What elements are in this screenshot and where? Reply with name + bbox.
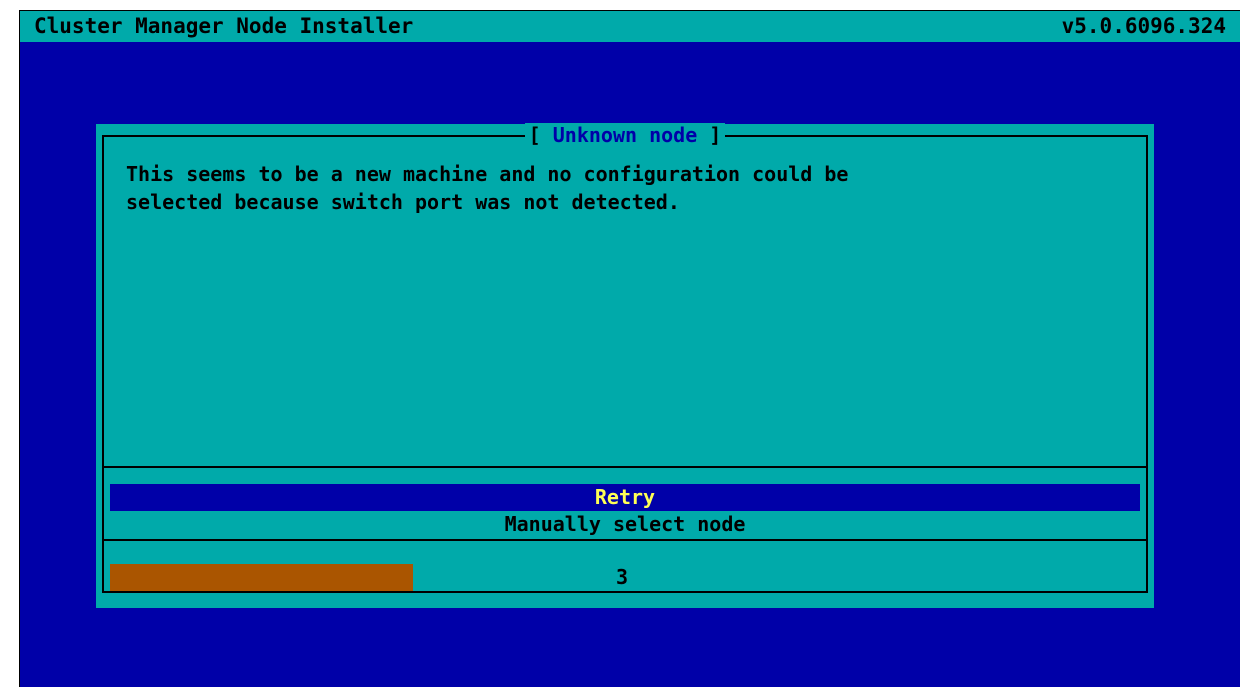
title-bracket-left: [ bbox=[528, 123, 553, 147]
dialog-title-bracket: [ Unknown node ] bbox=[524, 123, 726, 147]
app-title: Cluster Manager Node Installer bbox=[34, 14, 414, 38]
version-label: v5.0.6096.324 bbox=[1061, 14, 1226, 38]
dialog-message: This seems to be a new machine and no co… bbox=[126, 162, 849, 214]
title-bracket-right: ] bbox=[697, 123, 722, 147]
dialog-title-text: Unknown node bbox=[552, 123, 698, 147]
unknown-node-dialog: [ Unknown node ] This seems to be a new … bbox=[96, 123, 1154, 608]
countdown-value: 3 bbox=[616, 565, 629, 589]
title-bar: Cluster Manager Node Installer v5.0.6096… bbox=[20, 11, 1240, 42]
options-progress-divider bbox=[104, 539, 1146, 541]
countdown-progress-bar bbox=[110, 564, 413, 591]
dialog-title: [ Unknown node ] bbox=[96, 123, 1154, 147]
manually-select-node-option[interactable]: Manually select node bbox=[110, 511, 1140, 538]
countdown-progress-fill bbox=[110, 564, 413, 591]
message-options-divider bbox=[104, 466, 1146, 468]
installer-screen: Cluster Manager Node Installer v5.0.6096… bbox=[19, 10, 1240, 687]
retry-option[interactable]: Retry bbox=[110, 484, 1140, 511]
